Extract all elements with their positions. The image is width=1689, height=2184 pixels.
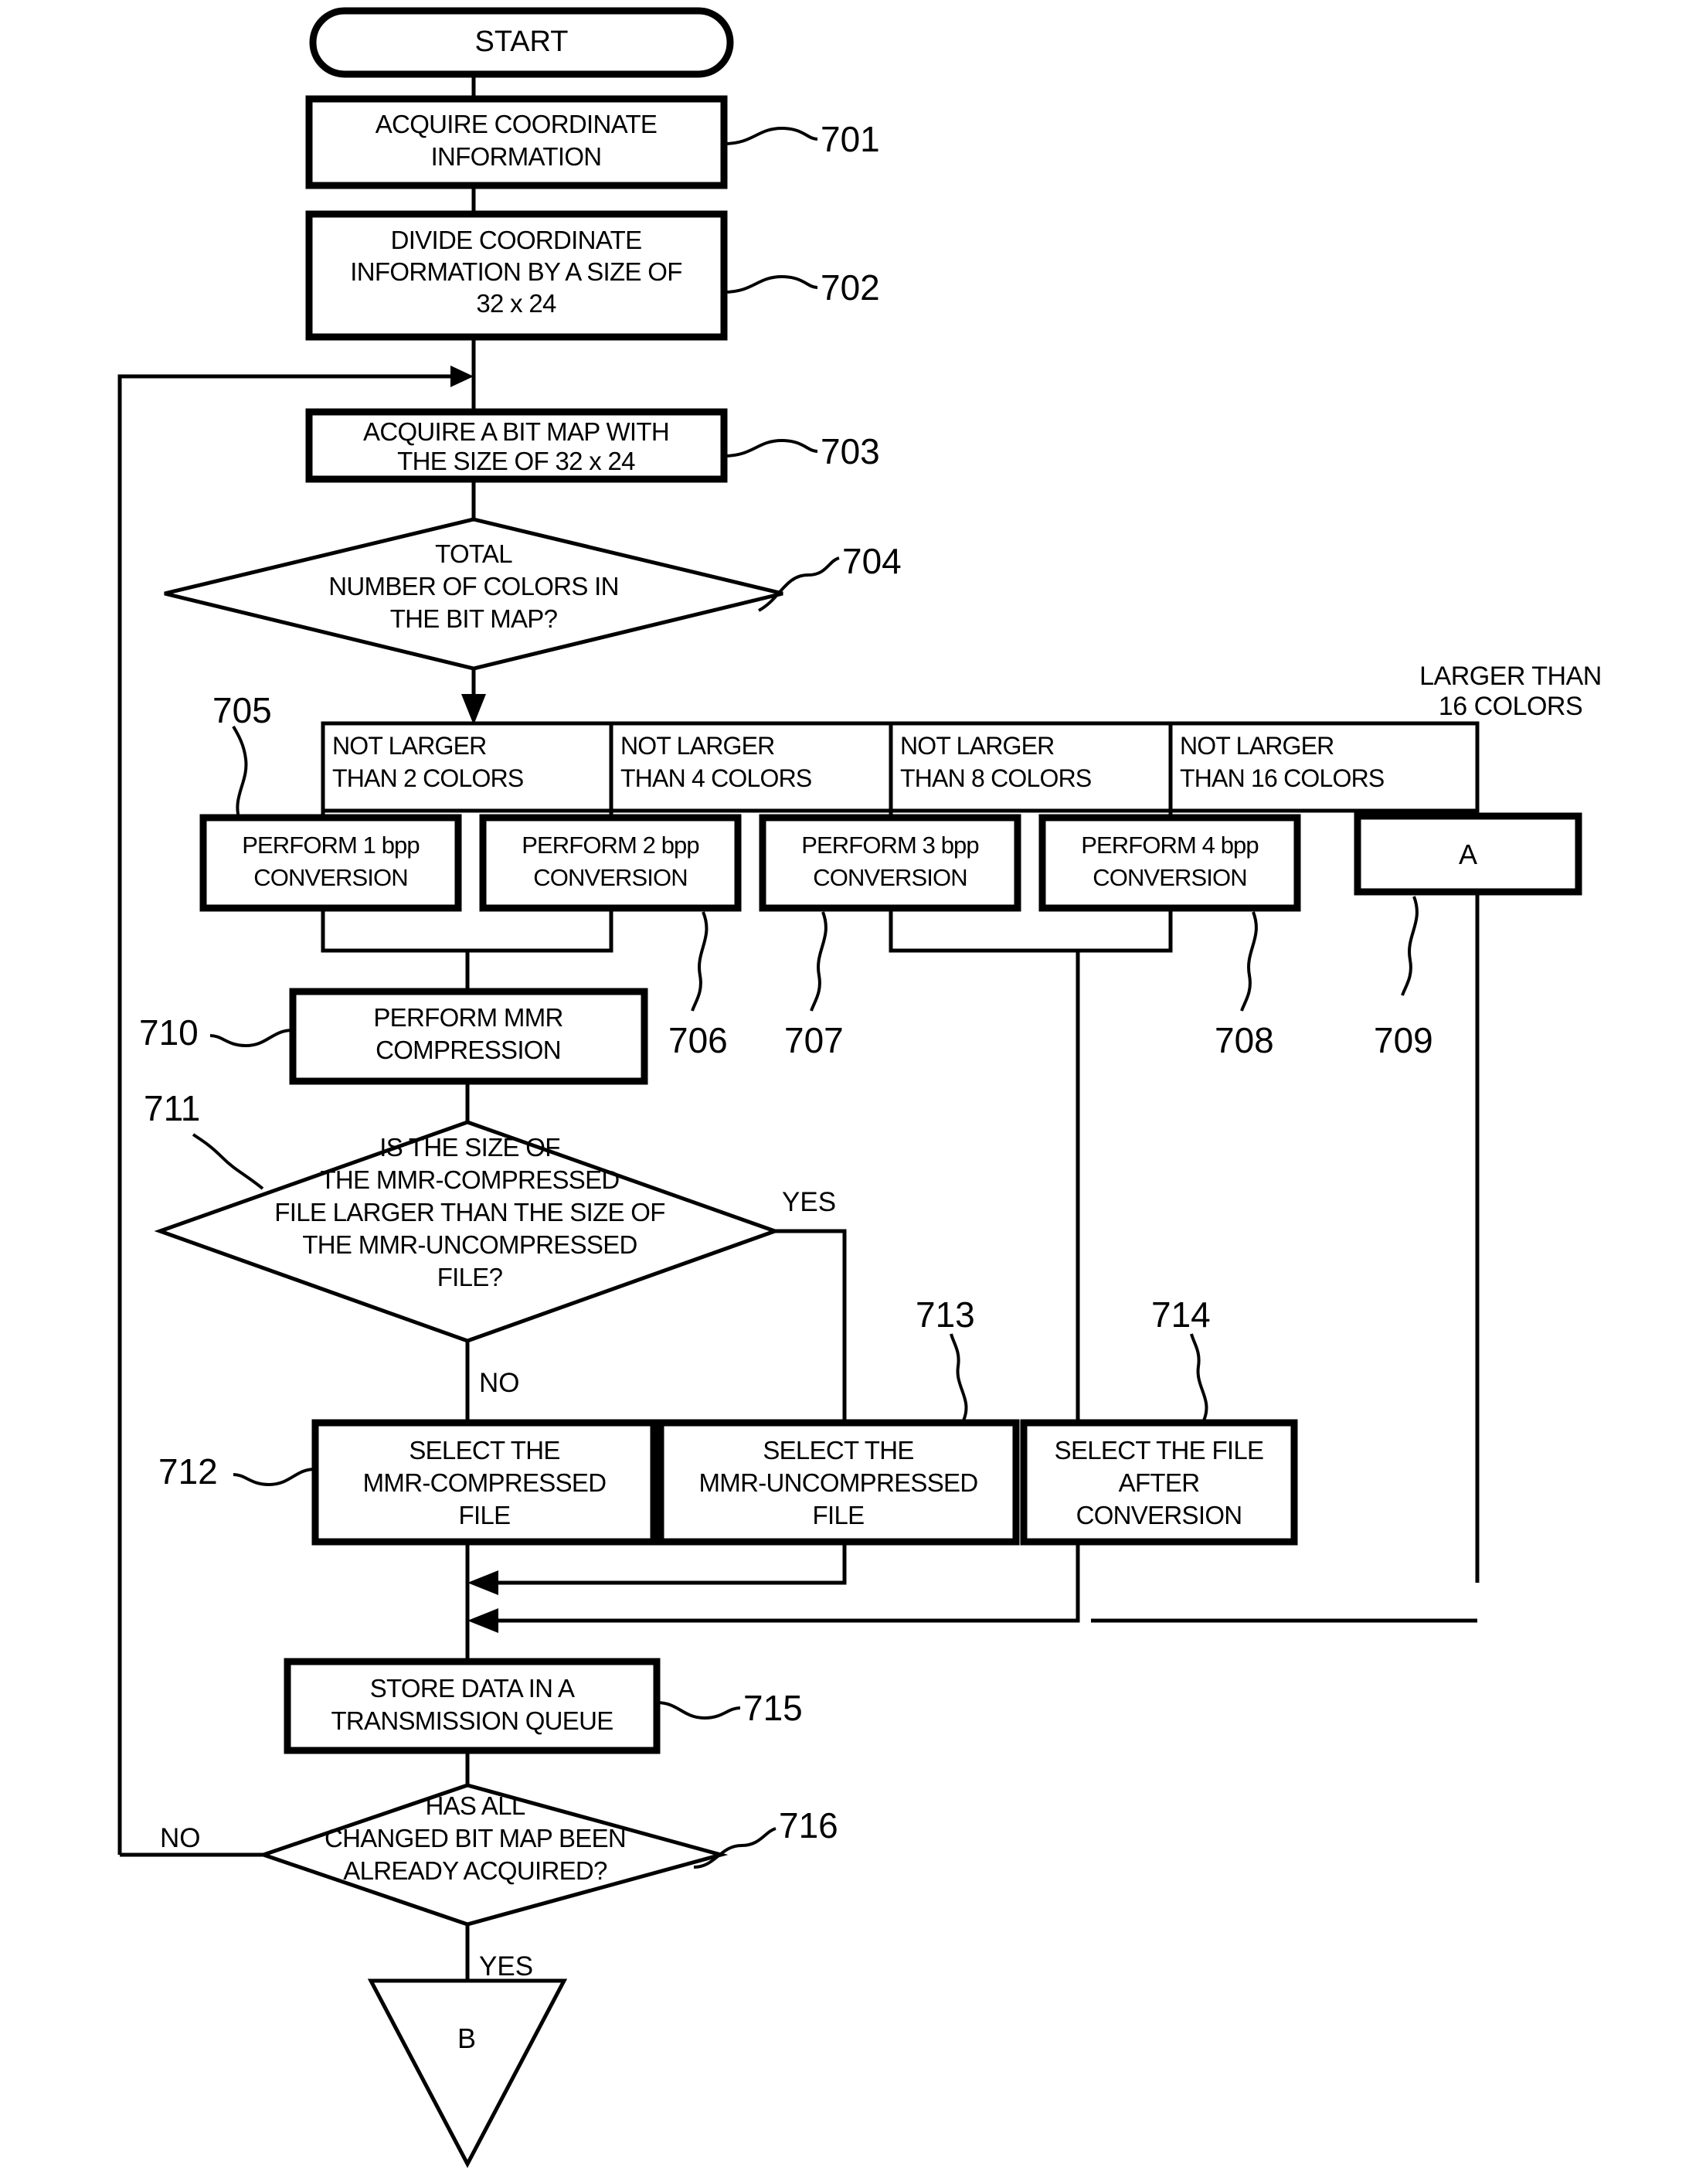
edge-label-yes-711: YES bbox=[782, 1187, 836, 1217]
leader-701 bbox=[723, 126, 818, 145]
leader-709 bbox=[1401, 896, 1419, 996]
edge-label-yes-716: YES bbox=[479, 1951, 533, 1982]
branch-label-4-line2: THAN 16 COLORS bbox=[1180, 764, 1384, 792]
decision-711-line4: THE MMR-UNCOMPRESSED bbox=[302, 1230, 637, 1259]
process-703-line1: ACQUIRE A BIT MAP WITH bbox=[363, 417, 669, 446]
process-708-line2: CONVERSION bbox=[1093, 864, 1246, 891]
outside-label-line1: LARGER THAN bbox=[1419, 662, 1602, 691]
branch-label-4-line1: NOT LARGER bbox=[1180, 732, 1334, 760]
arrowhead-713-merge bbox=[467, 1570, 498, 1595]
leader-707 bbox=[810, 911, 828, 1012]
ref-715: 715 bbox=[743, 1688, 803, 1728]
process-703-line2: THE SIZE OF 32 x 24 bbox=[397, 447, 635, 475]
connector-b-shape bbox=[367, 1978, 568, 2169]
leader-716 bbox=[693, 1827, 777, 1869]
leader-704 bbox=[758, 556, 840, 612]
ref-711: 711 bbox=[144, 1088, 200, 1128]
leader-714 bbox=[1190, 1333, 1208, 1421]
arrowhead-704-to-branches bbox=[461, 694, 486, 725]
process-706-line2: CONVERSION bbox=[533, 864, 687, 891]
edge-705-706-join bbox=[321, 908, 613, 953]
process-707-line1: PERFORM 3 bpp bbox=[801, 832, 979, 859]
leader-702 bbox=[723, 274, 818, 294]
ref-701: 701 bbox=[821, 119, 880, 159]
edge-711-yes-to-713 bbox=[775, 1229, 847, 1423]
decision-711-line1: IS THE SIZE OF bbox=[379, 1133, 559, 1162]
ref-714: 714 bbox=[1151, 1294, 1211, 1335]
process-702-line1: DIVIDE COORDINATE bbox=[391, 226, 642, 254]
ref-713: 713 bbox=[916, 1294, 975, 1335]
leader-703 bbox=[723, 438, 818, 458]
arrowhead-714-merge bbox=[467, 1608, 498, 1633]
leader-711 bbox=[192, 1133, 264, 1190]
outside-label-line2: 16 COLORS bbox=[1439, 692, 1582, 721]
leader-708 bbox=[1240, 911, 1258, 1012]
decision-716-line3: ALREADY ACQUIRED? bbox=[343, 1856, 607, 1885]
leader-713 bbox=[950, 1333, 968, 1421]
decision-716-line1: HAS ALL bbox=[425, 1791, 525, 1820]
arrowhead-feedback-loop bbox=[450, 366, 474, 387]
branch-label-2-line1: NOT LARGER bbox=[620, 732, 774, 760]
ref-707: 707 bbox=[784, 1020, 844, 1060]
edge-713-merge bbox=[483, 1542, 847, 1585]
process-705-line2: CONVERSION bbox=[253, 864, 407, 891]
process-702-line3: 32 x 24 bbox=[476, 289, 556, 318]
ref-710: 710 bbox=[139, 1012, 199, 1053]
edge-label-no-716: NO bbox=[160, 1823, 201, 1853]
edge-label-no-711: NO bbox=[479, 1368, 520, 1398]
process-712-line2: MMR-COMPRESSED bbox=[363, 1468, 607, 1497]
ref-716: 716 bbox=[779, 1805, 838, 1846]
process-707-line2: CONVERSION bbox=[813, 864, 967, 891]
process-714-line1: SELECT THE FILE bbox=[1055, 1436, 1264, 1465]
branch-label-3-line2: THAN 8 COLORS bbox=[900, 764, 1091, 792]
process-712-line3: FILE bbox=[459, 1501, 511, 1529]
flowchart-svg: START ACQUIRE COORDINATE INFORMATION DIV… bbox=[117, 7, 1602, 2169]
leader-706 bbox=[691, 911, 709, 1012]
ref-709: 709 bbox=[1374, 1020, 1433, 1060]
branch-label-3-line1: NOT LARGER bbox=[900, 732, 1054, 760]
process-701-line1: ACQUIRE COORDINATE bbox=[376, 110, 657, 138]
edge-707-708-join bbox=[889, 908, 1173, 953]
process-701-line2: INFORMATION bbox=[431, 142, 602, 171]
ref-704: 704 bbox=[842, 541, 902, 581]
process-712-line1: SELECT THE bbox=[409, 1436, 559, 1465]
connector-a-label: A bbox=[1459, 839, 1477, 870]
process-714-line2: AFTER bbox=[1119, 1468, 1200, 1497]
process-713-line1: SELECT THE bbox=[763, 1436, 913, 1465]
process-710-line2: COMPRESSION bbox=[376, 1036, 561, 1064]
process-715-line1: STORE DATA IN A bbox=[370, 1674, 575, 1703]
decision-704-line1: TOTAL bbox=[435, 539, 512, 568]
leader-710 bbox=[209, 1029, 294, 1048]
branch-label-1-line2: THAN 2 COLORS bbox=[332, 764, 523, 792]
ref-712: 712 bbox=[158, 1451, 218, 1492]
process-713-line2: MMR-UNCOMPRESSED bbox=[699, 1468, 978, 1497]
connector-b-label: B bbox=[457, 2022, 476, 2054]
ref-702: 702 bbox=[821, 267, 880, 308]
leader-712 bbox=[233, 1468, 316, 1487]
decision-704-line3: THE BIT MAP? bbox=[390, 604, 558, 633]
decision-711-line2: THE MMR-COMPRESSED bbox=[320, 1165, 619, 1194]
process-708-line1: PERFORM 4 bpp bbox=[1081, 832, 1259, 859]
leader-715 bbox=[656, 1701, 741, 1720]
decision-716-line2: CHANGED BIT MAP BEEN bbox=[325, 1824, 626, 1852]
process-713-line3: FILE bbox=[813, 1501, 865, 1529]
patent-figure-page: START ACQUIRE COORDINATE INFORMATION DIV… bbox=[0, 0, 1689, 2184]
process-705-line1: PERFORM 1 bpp bbox=[242, 832, 420, 859]
decision-711-line5: FILE? bbox=[437, 1263, 503, 1291]
branch-label-2-line2: THAN 4 COLORS bbox=[620, 764, 811, 792]
ref-705: 705 bbox=[212, 690, 272, 730]
process-715-line2: TRANSMISSION QUEUE bbox=[331, 1706, 613, 1735]
decision-704-line2: NUMBER OF COLORS IN bbox=[328, 572, 618, 600]
process-702-line2: INFORMATION BY A SIZE OF bbox=[350, 257, 681, 286]
ref-706: 706 bbox=[668, 1020, 728, 1060]
terminal-start-label: START bbox=[474, 26, 568, 58]
process-714-line3: CONVERSION bbox=[1076, 1501, 1242, 1529]
process-706-line1: PERFORM 2 bpp bbox=[522, 832, 699, 859]
ref-703: 703 bbox=[821, 431, 880, 471]
ref-708: 708 bbox=[1215, 1020, 1274, 1060]
process-710-line1: PERFORM MMR bbox=[373, 1003, 562, 1032]
branch-label-1-line1: NOT LARGER bbox=[332, 732, 486, 760]
decision-711-line3: FILE LARGER THAN THE SIZE OF bbox=[274, 1198, 664, 1226]
leader-705 bbox=[232, 725, 248, 822]
